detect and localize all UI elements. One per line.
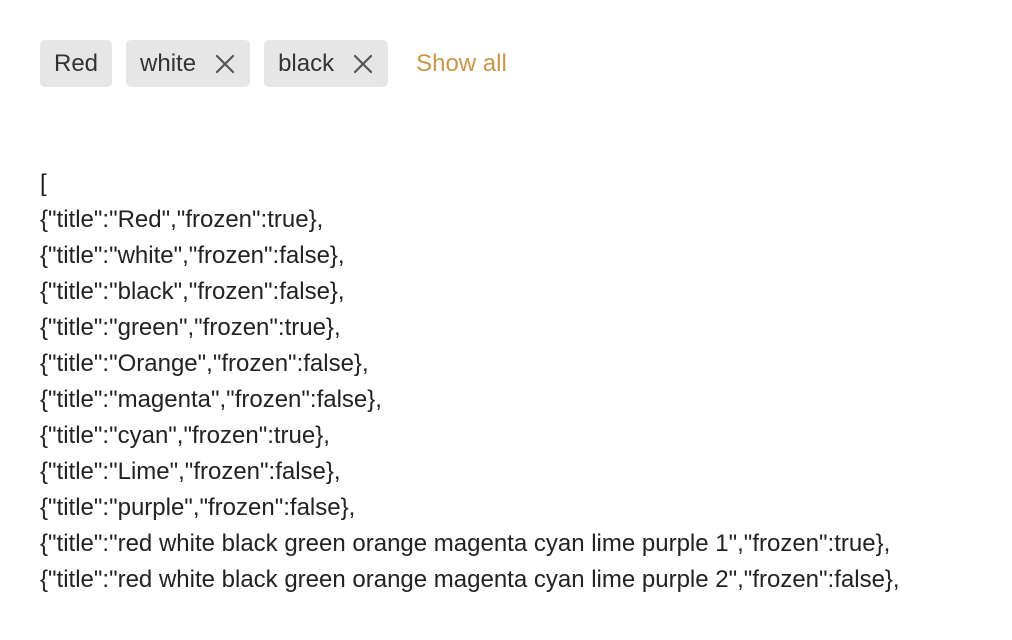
json-line: {"title":"red white black green orange m… (40, 530, 891, 557)
tag-chips-row: Red white black Show all (40, 40, 507, 87)
json-line: {"title":"Red","frozen":true}, (40, 206, 324, 233)
chip-red: Red (40, 40, 113, 87)
close-icon[interactable] (212, 51, 238, 77)
json-line: {"title":"Lime","frozen":false}, (40, 458, 341, 485)
chip-white: white (126, 40, 251, 87)
json-line: {"title":"green","frozen":true}, (40, 314, 341, 341)
json-line: {"title":"cyan","frozen":true}, (40, 422, 330, 449)
json-line: {"title":"black","frozen":false}, (40, 278, 345, 305)
chip-label: black (278, 50, 335, 77)
json-line: {"title":"Orange","frozen":false}, (40, 350, 369, 377)
json-line: {"title":"red white black green orange m… (40, 566, 900, 593)
show-all-link[interactable]: Show all (416, 40, 507, 87)
json-line: {"title":"white","frozen":false}, (40, 242, 345, 269)
json-output: [ {"title":"Red","frozen":true}, {"title":… (40, 166, 900, 598)
json-line: {"title":"magenta","frozen":false}, (40, 386, 382, 413)
json-line: {"title":"purple","frozen":false}, (40, 494, 356, 521)
json-line: [ (40, 170, 47, 197)
chip-label: Red (54, 50, 99, 77)
chip-label: white (140, 50, 197, 77)
close-icon[interactable] (350, 51, 376, 77)
chip-black: black (264, 40, 389, 87)
